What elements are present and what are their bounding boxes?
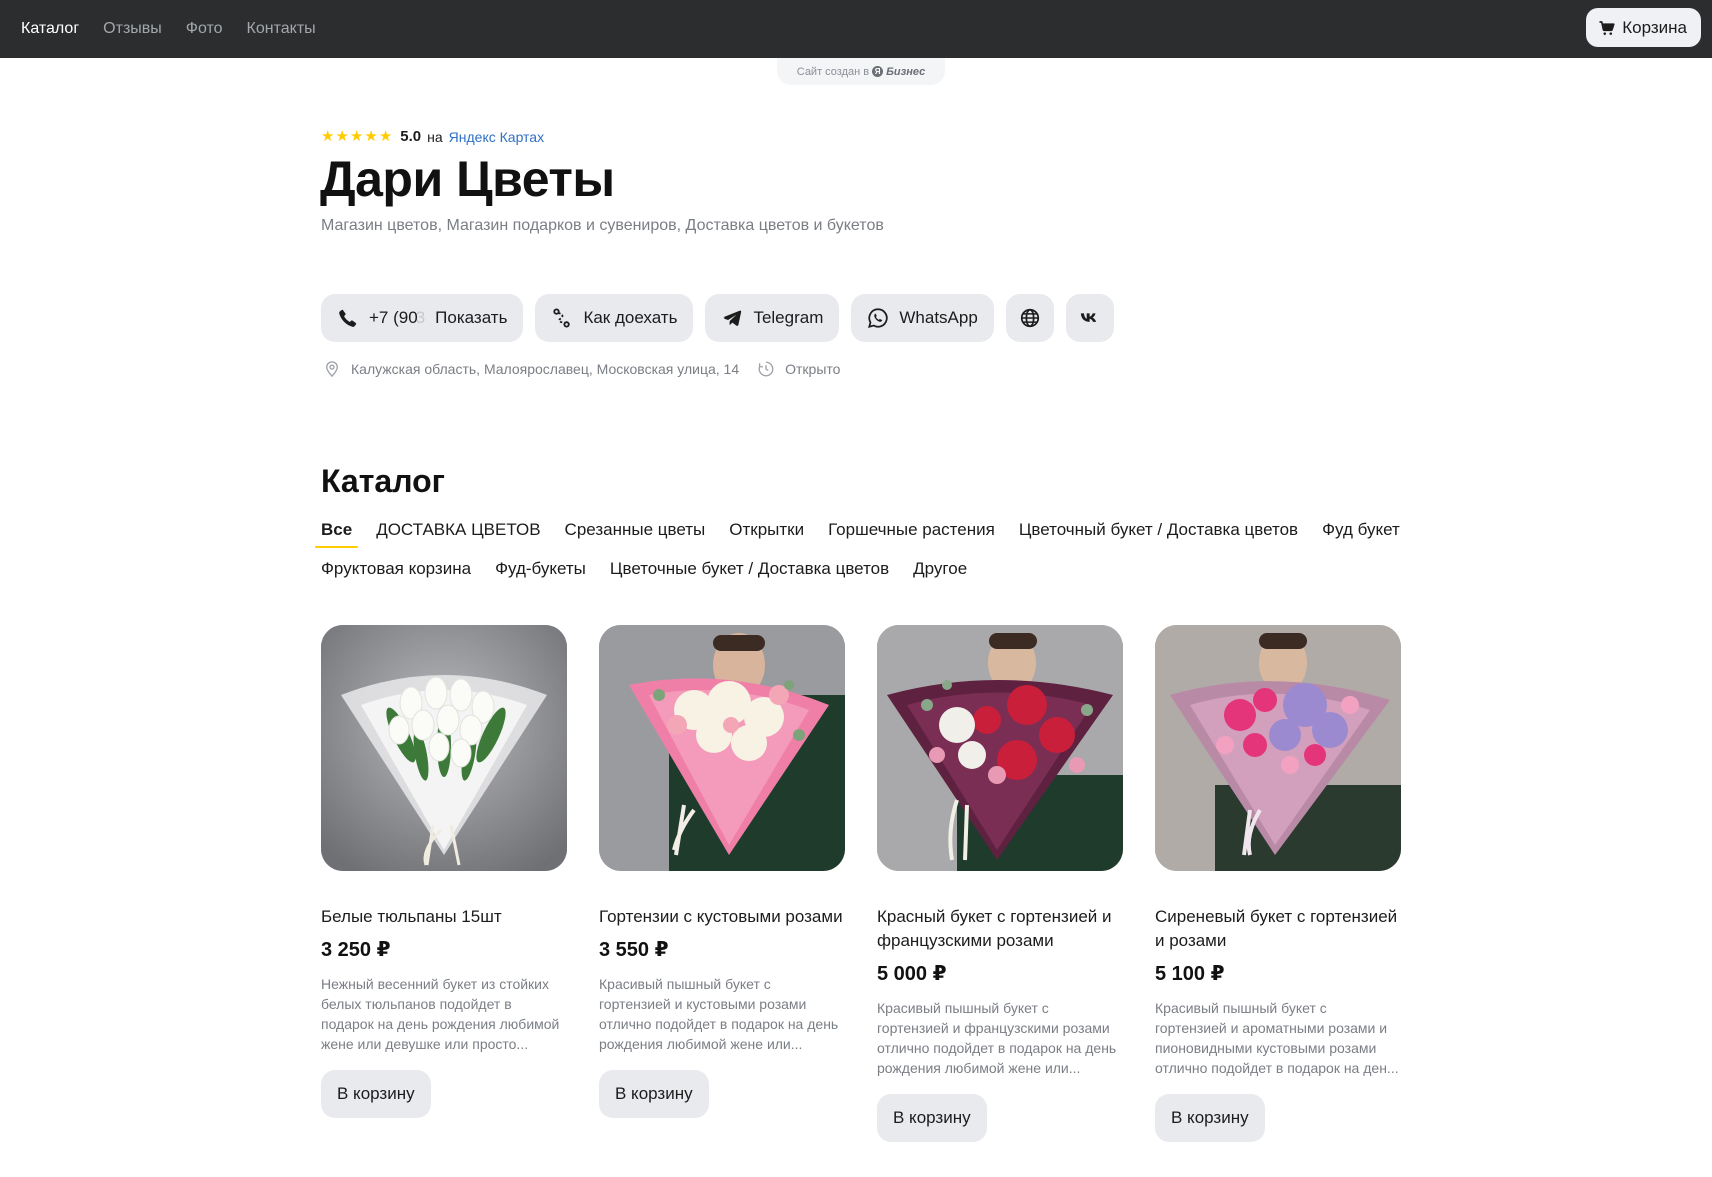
bouquet-red-roses-image: [877, 625, 1123, 871]
product-card: Белые тюльпаны 15шт 3 250 ₽ Нежный весен…: [321, 625, 567, 1142]
product-description: Красивый пышный букет с гортензией и кус…: [599, 976, 839, 1052]
phone-prefix: +7 (90: [369, 308, 418, 327]
business-categories: Магазин цветов, Магазин подарков и сувен…: [321, 217, 884, 234]
tab-flower-bouquet-delivery[interactable]: Цветочный букет / Доставка цветов: [1019, 520, 1298, 546]
product-price: 5 100 ₽: [1155, 963, 1225, 985]
tab-potted-plants[interactable]: Горшечные растения: [828, 520, 995, 546]
route-icon: [553, 308, 571, 328]
rating-value: 5.0: [400, 128, 422, 145]
cart-button[interactable]: Корзина: [1586, 8, 1701, 47]
rating-source-link[interactable]: Яндекс Картах: [449, 129, 544, 145]
made-with-badge[interactable]: Сайт создан в Я Бизнес: [777, 58, 945, 85]
phone-show-label: Показать: [435, 308, 508, 327]
made-with-brand: Бизнес: [886, 65, 926, 78]
tab-all[interactable]: Все: [314, 520, 359, 548]
route-button[interactable]: Как доехать: [535, 294, 694, 342]
nav-item-reviews[interactable]: Отзывы: [103, 20, 162, 38]
nav-item-photo[interactable]: Фото: [186, 20, 223, 38]
cart-label: Корзина: [1622, 17, 1687, 37]
info-row: Калужская область, Малоярославец, Москов…: [323, 360, 840, 378]
tab-delivery[interactable]: ДОСТАВКА ЦВЕТОВ: [376, 520, 540, 546]
product-card: Гортензии с кустовыми розами 3 550 ₽ Кра…: [599, 625, 845, 1142]
globe-icon: [1020, 308, 1039, 328]
product-description: Красивый пышный букет с гортензией и аро…: [1155, 1000, 1399, 1076]
whatsapp-label: WhatsApp: [899, 308, 978, 327]
whatsapp-button[interactable]: WhatsApp: [851, 294, 994, 342]
phone-button[interactable]: +7 (903 Показать: [321, 294, 524, 342]
product-image[interactable]: [1155, 625, 1401, 871]
website-button[interactable]: [1005, 294, 1054, 342]
bouquet-lilac-hydrangea-image: [1155, 625, 1401, 871]
star-icon: ★: [364, 128, 378, 145]
star-icon: ★: [349, 128, 364, 145]
bouquet-hydrangea-pink-image: [599, 625, 845, 871]
product-description: Красивый пышный букет с гортензией и фра…: [877, 1000, 1117, 1076]
location-pin-icon: [326, 361, 338, 378]
catalog-tabs-row-1: Все ДОСТАВКА ЦВЕТОВ Срезанные цветы Откр…: [314, 520, 1400, 548]
tab-cut-flowers[interactable]: Срезанные цветы: [565, 520, 706, 546]
rating-row: ★ ★ ★ ★ ★ 5.0 на Яндекс Картах: [321, 128, 544, 145]
telegram-label: Telegram: [753, 308, 824, 327]
address-text[interactable]: Калужская область, Малоярославец, Москов…: [351, 361, 739, 377]
product-card: Сиреневый букет с гортензией и розами 5 …: [1155, 625, 1401, 1142]
bouquet-tulips-image: [321, 625, 567, 871]
product-name[interactable]: Сиреневый букет с гортензией и розами: [1155, 905, 1401, 953]
product-image[interactable]: [321, 625, 567, 871]
catalog-title: Каталог: [321, 463, 445, 499]
product-price: 3 550 ₽: [599, 939, 669, 961]
product-description: Нежный весенний букет из стойких белых т…: [321, 976, 560, 1052]
product-card: Красный букет с гортензией и французским…: [877, 625, 1123, 1142]
business-name: Дари Цветы: [320, 151, 615, 207]
shopping-cart-icon: [1599, 20, 1615, 35]
product-name[interactable]: Красный букет с гортензией и французским…: [877, 905, 1123, 953]
rating-stars: ★ ★ ★ ★ ★: [321, 129, 392, 144]
made-with-text: Сайт создан в: [796, 65, 870, 78]
nav-links: Каталог Отзывы Фото Контакты: [21, 0, 316, 58]
tab-other[interactable]: Другое: [913, 559, 967, 585]
add-to-cart-button[interactable]: В корзину: [1155, 1094, 1265, 1142]
tab-food-bouquets[interactable]: Фуд-букеты: [495, 559, 586, 585]
top-navbar: Каталог Отзывы Фото Контакты Корзина: [0, 0, 1712, 58]
product-price: 5 000 ₽: [877, 963, 947, 985]
add-to-cart-button[interactable]: В корзину: [599, 1070, 709, 1118]
nav-item-catalog[interactable]: Каталог: [21, 20, 79, 38]
vk-button[interactable]: [1065, 294, 1114, 342]
product-grid: Белые тюльпаны 15шт 3 250 ₽ Нежный весен…: [321, 625, 1401, 1142]
add-to-cart-button[interactable]: В корзину: [877, 1094, 987, 1142]
tab-food-bouquet[interactable]: Фуд букет: [1322, 520, 1400, 546]
tab-cards[interactable]: Открытки: [729, 520, 804, 546]
route-label: Как доехать: [583, 308, 678, 327]
telegram-button[interactable]: Telegram: [705, 294, 840, 342]
whatsapp-icon: [868, 308, 889, 328]
tab-flower-bouquets-delivery[interactable]: Цветочные букет / Доставка цветов: [610, 559, 889, 585]
product-name[interactable]: Белые тюльпаны 15шт: [321, 905, 567, 929]
clock-icon: [758, 361, 774, 377]
tab-fruit-basket[interactable]: Фруктовая корзина: [321, 559, 471, 585]
phone-number-partial: +7 (903: [369, 308, 425, 328]
star-icon: ★: [335, 128, 349, 145]
star-icon: ★: [321, 128, 335, 145]
product-name[interactable]: Гортензии с кустовыми розами: [599, 905, 845, 929]
phone-icon: [339, 309, 357, 327]
vk-icon: [1080, 313, 1096, 322]
product-image[interactable]: [877, 625, 1123, 871]
catalog-tabs-row-2: Фруктовая корзина Фуд-букеты Цветочные б…: [321, 559, 967, 585]
telegram-icon: [723, 310, 742, 326]
nav-item-contacts[interactable]: Контакты: [247, 20, 316, 38]
product-price: 3 250 ₽: [321, 939, 391, 961]
star-icon: ★: [378, 128, 393, 145]
yandex-logo-icon: Я: [872, 66, 884, 77]
action-buttons: +7 (903 Показать Как доехать Telegram Wh…: [321, 294, 1114, 342]
rating-on-text: на: [427, 128, 443, 145]
product-image[interactable]: [599, 625, 845, 871]
add-to-cart-button[interactable]: В корзину: [321, 1070, 431, 1118]
open-status: Открыто: [785, 361, 841, 377]
